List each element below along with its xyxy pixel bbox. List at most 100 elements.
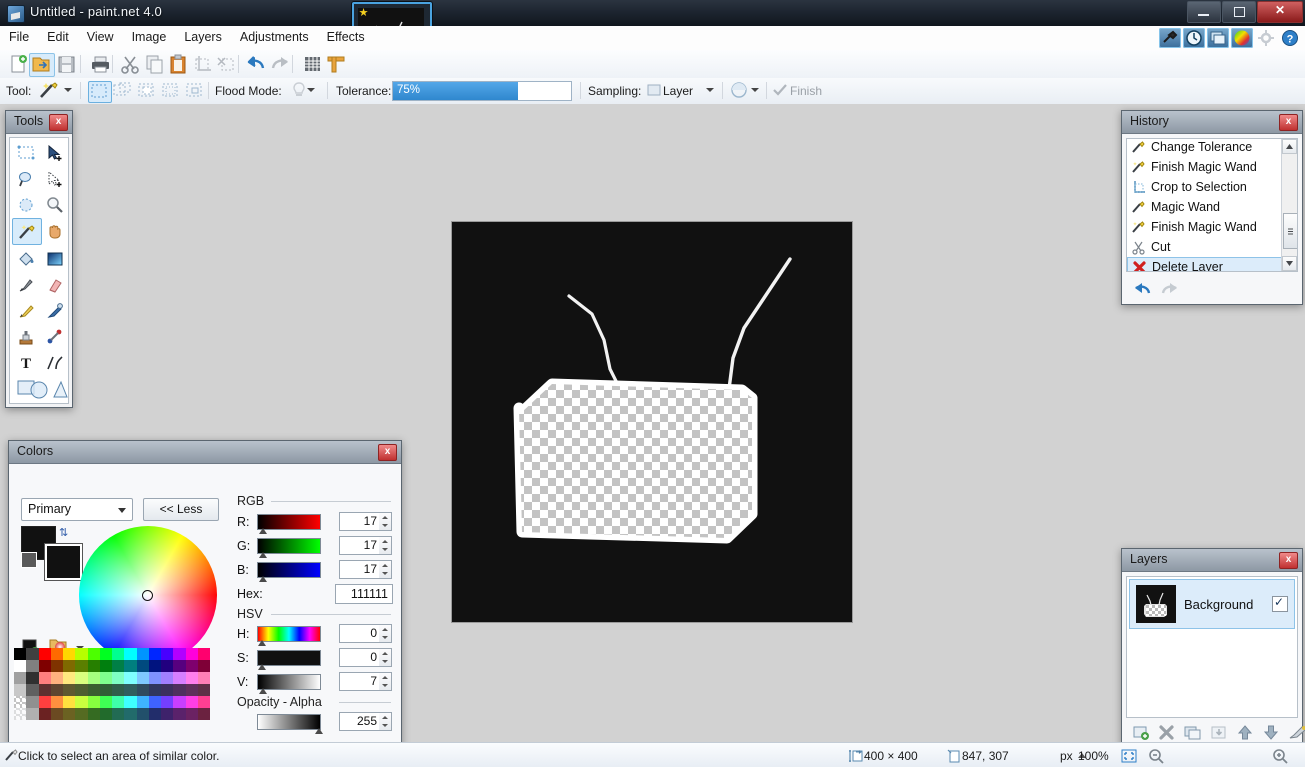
g-stepper[interactable] [379, 536, 392, 555]
palette-swatch[interactable] [161, 684, 174, 696]
tool-chevron-down-icon[interactable] [64, 88, 72, 92]
history-panel-titlebar[interactable]: History x [1122, 111, 1302, 134]
palette-swatch[interactable] [197, 696, 210, 708]
palette-swatch[interactable] [75, 672, 88, 684]
history-window-icon[interactable] [1183, 28, 1205, 48]
deselect-icon[interactable] [214, 53, 238, 75]
palette-swatch[interactable] [26, 696, 39, 708]
history-item[interactable]: Crop to Selection [1127, 177, 1297, 197]
layers-list[interactable]: Background [1126, 576, 1298, 718]
palette-swatch[interactable] [197, 660, 210, 672]
alpha-value-input[interactable]: 255 [339, 712, 381, 731]
palette-swatch[interactable] [112, 660, 125, 672]
h-slider-thumb[interactable] [258, 640, 266, 646]
palette-swatch[interactable] [87, 648, 100, 660]
layers-window-icon[interactable] [1207, 28, 1229, 48]
palette-swatch[interactable] [136, 708, 149, 720]
menu-image[interactable]: Image [123, 26, 176, 48]
move-layer-up-button[interactable] [1235, 724, 1255, 741]
selection-mode-union[interactable] [112, 81, 134, 101]
scroll-down-arrow-icon[interactable] [1282, 256, 1297, 271]
cut-icon[interactable] [118, 53, 142, 75]
finish-label[interactable]: Finish [790, 84, 822, 98]
palette-swatch[interactable] [112, 696, 125, 708]
v-stepper[interactable] [379, 672, 392, 691]
duplicate-layer-button[interactable] [1183, 724, 1203, 741]
palette-swatch[interactable] [197, 708, 210, 720]
palette-swatch[interactable] [112, 648, 125, 660]
undo-icon[interactable] [1132, 280, 1152, 296]
units-value[interactable]: px [1060, 749, 1073, 763]
h-value-input[interactable]: 0 [339, 624, 381, 643]
close-button[interactable] [1257, 1, 1303, 23]
redo-icon[interactable] [1160, 280, 1180, 296]
pencil-tool[interactable] [12, 298, 40, 323]
layers-panel-titlebar[interactable]: Layers x [1122, 549, 1302, 572]
palette-swatch[interactable] [75, 660, 88, 672]
palette-swatch[interactable] [161, 708, 174, 720]
reset-colors-icon[interactable] [21, 552, 37, 568]
palette-swatch[interactable] [38, 672, 51, 684]
b-stepper[interactable] [379, 560, 392, 579]
palette-swatch[interactable] [148, 696, 161, 708]
image-canvas[interactable] [452, 222, 852, 622]
r-stepper[interactable] [379, 512, 392, 531]
palette-swatch[interactable] [87, 672, 100, 684]
menu-effects[interactable]: Effects [318, 26, 374, 48]
palette-swatch[interactable] [26, 672, 39, 684]
g-slider-thumb[interactable] [259, 552, 267, 558]
menu-layers[interactable]: Layers [175, 26, 231, 48]
sampling-value[interactable]: Layer [663, 84, 693, 98]
palette-swatch[interactable] [197, 672, 210, 684]
palette-swatch[interactable] [148, 672, 161, 684]
history-item[interactable]: Change Tolerance [1127, 139, 1297, 157]
palette-swatch[interactable] [87, 660, 100, 672]
palette-swatch[interactable] [185, 708, 198, 720]
swap-colors-icon[interactable]: ⇅ [59, 526, 68, 539]
zoom-out-icon[interactable] [1148, 748, 1164, 764]
less-button[interactable]: << Less [143, 498, 219, 521]
settings-icon[interactable] [1255, 28, 1277, 48]
menu-file[interactable]: File [0, 26, 38, 48]
palette-swatch[interactable] [112, 672, 125, 684]
secondary-color-swatch[interactable] [44, 543, 83, 581]
palette-swatch[interactable] [99, 708, 112, 720]
palette-swatch[interactable] [75, 684, 88, 696]
s-slider[interactable] [257, 650, 321, 666]
layer-properties-button[interactable] [1287, 724, 1305, 741]
palette-swatch[interactable] [124, 696, 137, 708]
b-slider-thumb[interactable] [259, 576, 267, 582]
h-slider[interactable] [257, 626, 321, 642]
color-target-dropdown[interactable]: Primary [21, 498, 133, 521]
palette-swatches[interactable] [14, 648, 210, 720]
palette-swatch[interactable] [14, 660, 27, 672]
palette-swatch[interactable] [136, 672, 149, 684]
h-stepper[interactable] [379, 624, 392, 643]
move-selected-tool[interactable] [41, 140, 69, 165]
palette-swatch[interactable] [38, 660, 51, 672]
b-value-input[interactable]: 17 [339, 560, 381, 579]
palette-swatch[interactable] [38, 696, 51, 708]
recolor-tool[interactable] [41, 324, 69, 349]
s-stepper[interactable] [379, 648, 392, 667]
flood-mode-chevron-down-icon[interactable] [307, 88, 315, 92]
colors-window-icon[interactable] [1231, 28, 1253, 48]
clone-stamp-tool[interactable] [12, 324, 40, 349]
antialiasing-chevron-down-icon[interactable] [751, 88, 759, 92]
gradient-tool[interactable] [41, 246, 69, 271]
help-icon[interactable]: ? [1279, 28, 1301, 48]
copy-icon[interactable] [142, 53, 166, 75]
palette-swatch[interactable] [124, 660, 137, 672]
palette-swatch[interactable] [26, 708, 39, 720]
palette-swatch[interactable] [50, 696, 63, 708]
v-value-input[interactable]: 7 [339, 672, 381, 691]
palette-swatch[interactable] [50, 708, 63, 720]
palette-swatch[interactable] [161, 660, 174, 672]
history-item[interactable]: Finish Magic Wand [1127, 217, 1297, 237]
palette-swatch[interactable] [173, 660, 186, 672]
move-selection-tool[interactable] [41, 166, 69, 191]
move-layer-down-button[interactable] [1261, 724, 1281, 741]
menu-edit[interactable]: Edit [38, 26, 78, 48]
palette-swatch[interactable] [124, 708, 137, 720]
palette-swatch[interactable] [63, 708, 76, 720]
